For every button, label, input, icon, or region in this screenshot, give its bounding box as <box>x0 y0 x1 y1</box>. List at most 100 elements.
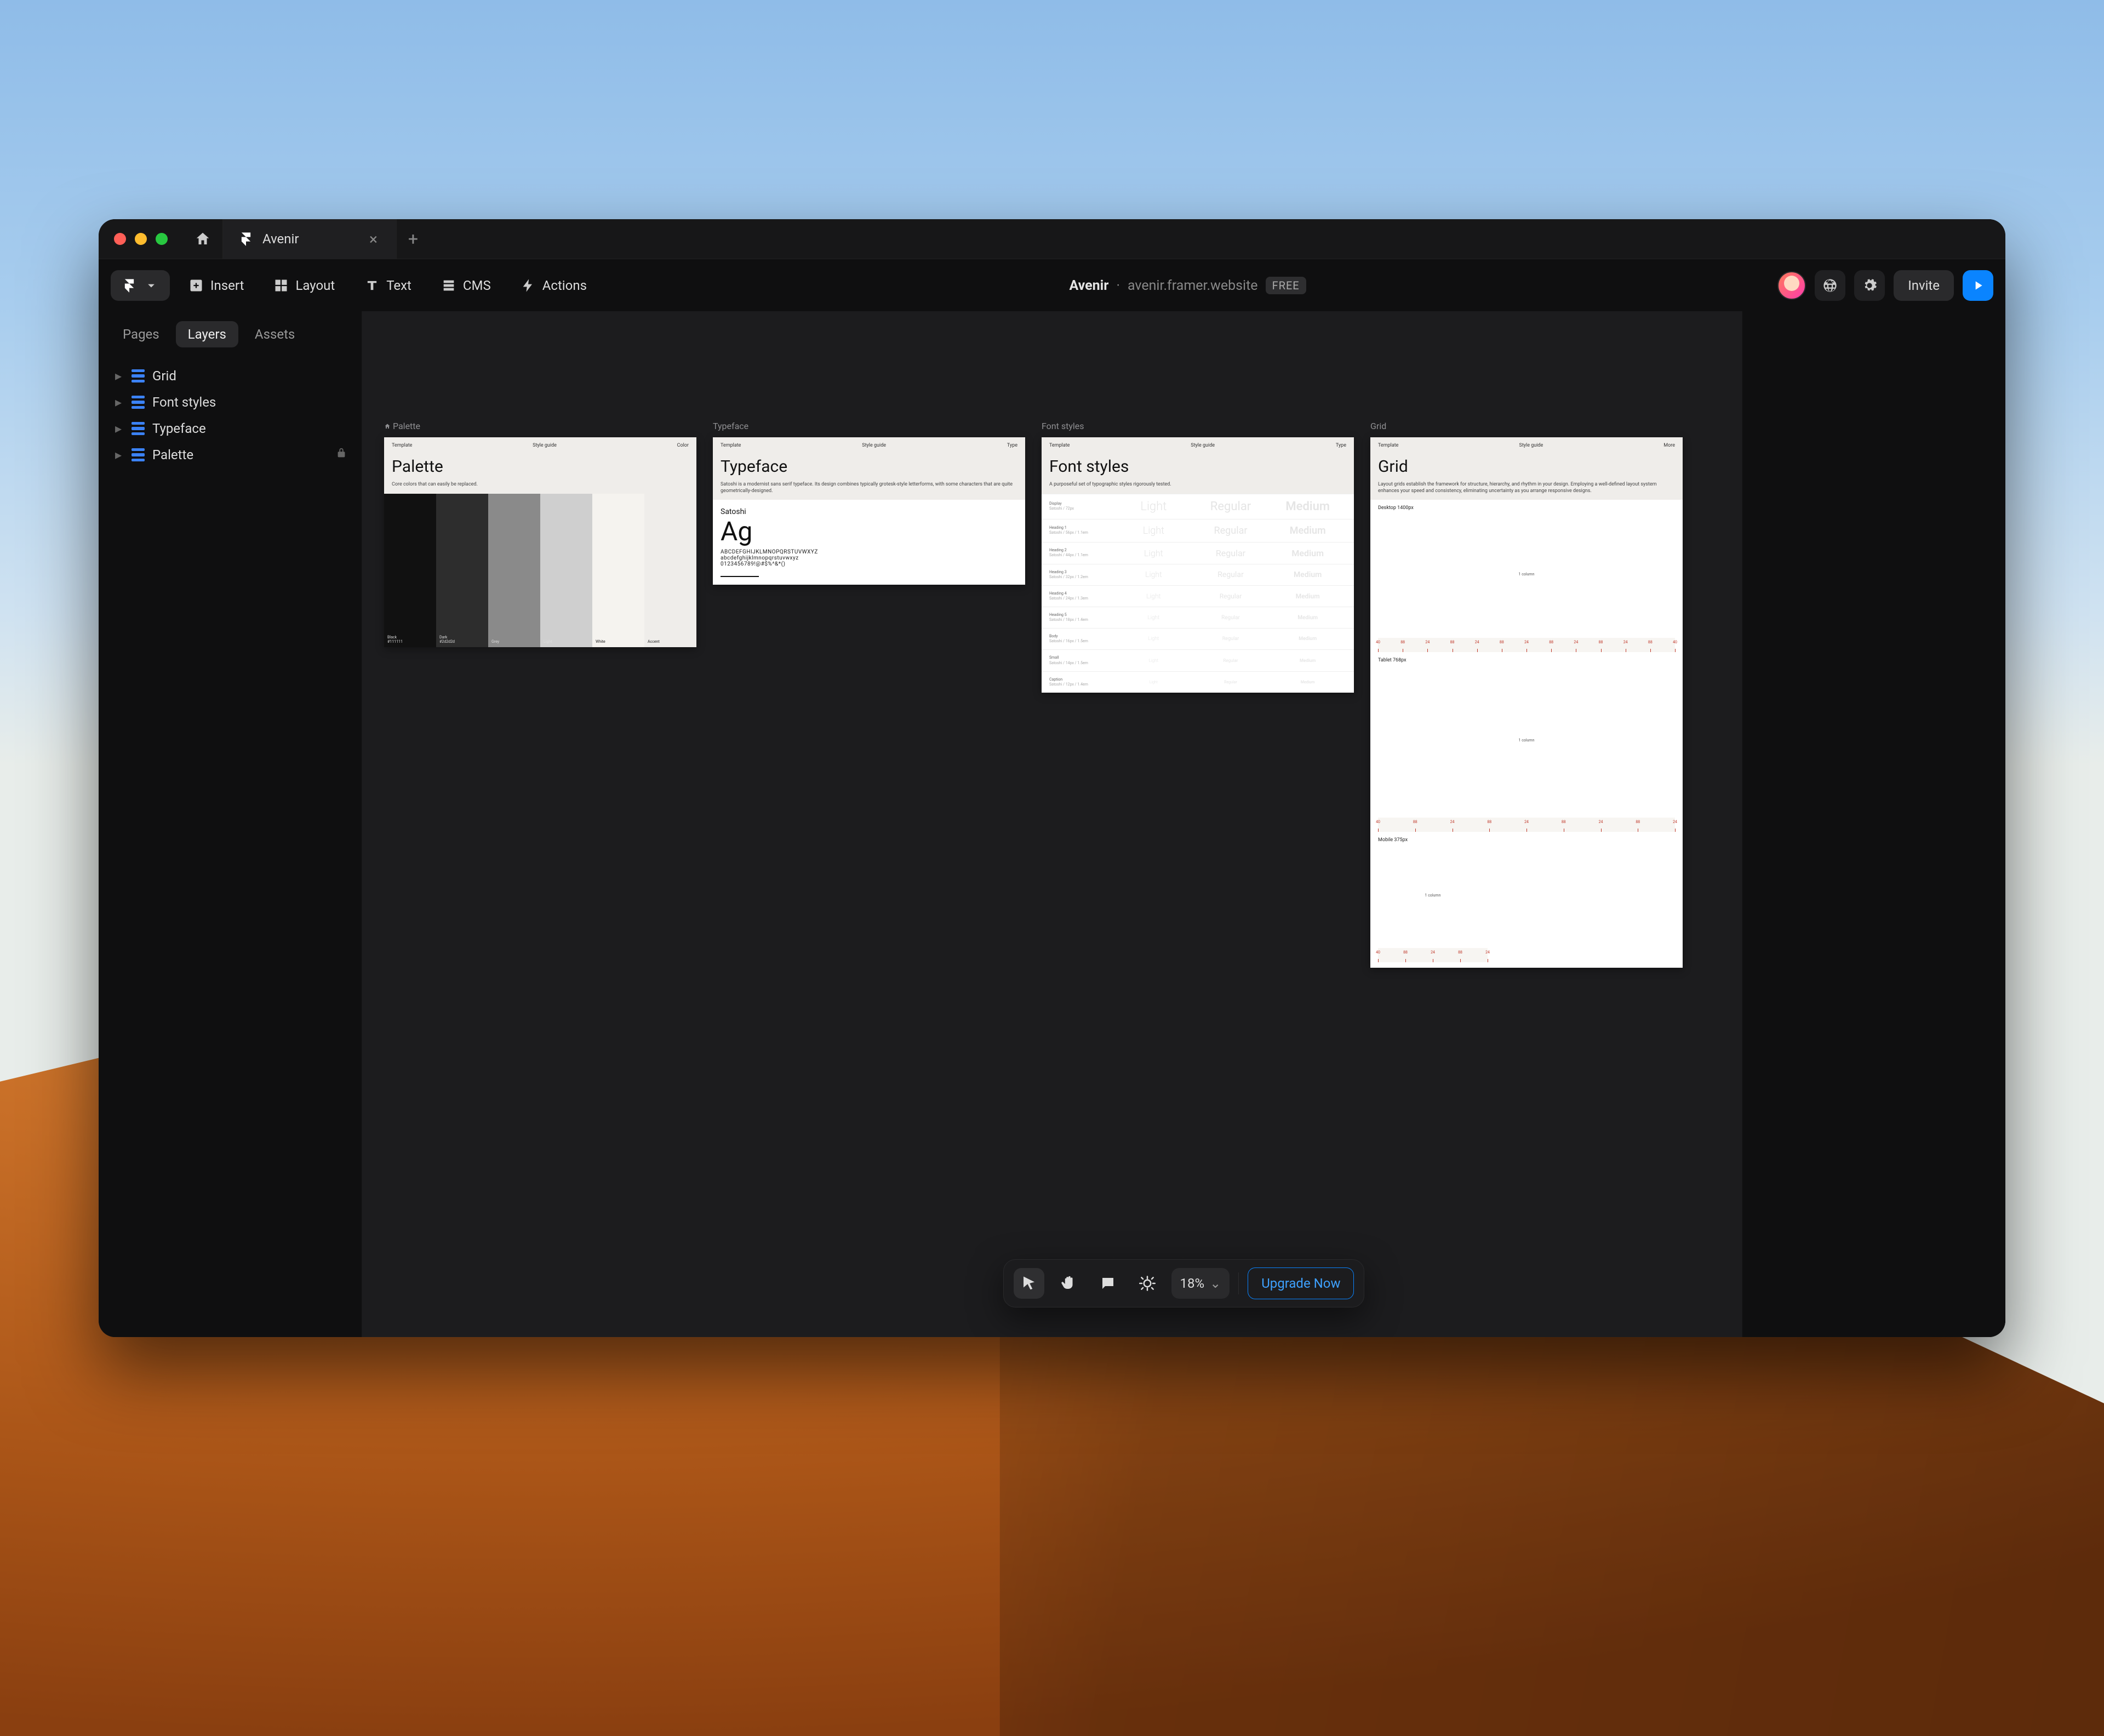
swatch-caption: Black #111111 <box>387 635 403 644</box>
left-sidebar: Pages Layers Assets ▸Grid▸Font styles▸Ty… <box>99 311 362 1337</box>
canvas[interactable]: Palette Template Style guide Color Palet… <box>362 311 2005 1337</box>
frame-subtitle: A purposeful set of typographic styles r… <box>1042 482 1354 494</box>
insert-button[interactable]: Insert <box>178 270 255 301</box>
ruler-value: 88 <box>1487 820 1491 824</box>
frame-label-fontstyles[interactable]: Font styles <box>1042 421 1084 431</box>
actions-button[interactable]: Actions <box>510 270 598 301</box>
swatch: Black #111111 <box>384 494 436 647</box>
layer-name: Font styles <box>152 395 216 410</box>
layer-item[interactable]: ▸ Typeface <box>99 415 362 442</box>
cursor-icon <box>1021 1275 1037 1292</box>
frame-icon <box>132 448 145 461</box>
tab-title: Avenir <box>262 231 299 247</box>
layout-button[interactable]: Layout <box>262 270 346 301</box>
ruler-value: 88 <box>1413 820 1417 824</box>
theme-toggle[interactable] <box>1132 1268 1163 1299</box>
swatch-caption: Light <box>544 639 552 644</box>
ruler-value: 24 <box>1485 950 1490 955</box>
ruler-value: 88 <box>1403 950 1408 955</box>
home-button[interactable] <box>183 219 223 259</box>
select-tool[interactable] <box>1014 1268 1044 1299</box>
disclosure-icon[interactable]: ▸ <box>113 368 124 384</box>
layer-name: Palette <box>152 447 193 462</box>
plus-square-icon <box>188 278 204 293</box>
tab-current[interactable]: Avenir × <box>223 219 397 259</box>
ruler-value: 88 <box>1648 640 1653 644</box>
frame-typeface[interactable]: Template Style guide Type Typeface Satos… <box>713 437 1025 585</box>
ruler-value: 24 <box>1673 820 1677 824</box>
layer-item[interactable]: ▸ Font styles <box>99 389 362 415</box>
frame-label-grid[interactable]: Grid <box>1370 421 1386 431</box>
project-url[interactable]: avenir.framer.website <box>1128 278 1258 294</box>
zoom-window-button[interactable] <box>156 233 168 245</box>
sun-icon <box>1139 1275 1156 1292</box>
swatch: Grey <box>488 494 540 647</box>
frame-fontstyles[interactable]: Template Style guide Type Font styles A … <box>1042 437 1354 693</box>
fontstyle-row: BodySatoshi / 16px / 1.5emLightRegularMe… <box>1042 628 1354 649</box>
disclosure-icon[interactable]: ▸ <box>113 421 124 436</box>
window-controls <box>99 219 183 259</box>
plan-badge: FREE <box>1266 277 1306 294</box>
frame-grid[interactable]: Template Style guide More Grid Layout gr… <box>1370 437 1683 968</box>
text-button[interactable]: Text <box>353 270 422 301</box>
ruler-value: 24 <box>1623 640 1628 644</box>
fontstyle-row: DisplaySatoshi / 72pxLightRegularMedium <box>1042 494 1354 519</box>
ruler-value: 40 <box>1376 640 1380 644</box>
ruler-value: 88 <box>1400 640 1405 644</box>
app-menu-button[interactable] <box>111 270 170 301</box>
ruler-value: 88 <box>1562 820 1566 824</box>
fontstyle-row: CaptionSatoshi / 12px / 1.4emLightRegula… <box>1042 671 1354 693</box>
canvas-toolbar: 18% ⌄ Upgrade Now <box>1003 1259 1365 1307</box>
frame-subtitle: Core colors that can easily be replaced. <box>384 482 696 494</box>
cms-button[interactable]: CMS <box>430 270 502 301</box>
frame-icon <box>132 396 145 409</box>
publish-globe-button[interactable] <box>1815 270 1845 301</box>
layer-name: Typeface <box>152 421 206 436</box>
framer-logo-icon <box>238 231 254 247</box>
upgrade-button[interactable]: Upgrade Now <box>1248 1267 1354 1299</box>
disclosure-icon[interactable]: ▸ <box>113 395 124 410</box>
tab-pages[interactable]: Pages <box>111 321 171 347</box>
fontstyle-row: Heading 5Satoshi / 18px / 1.4emLightRegu… <box>1042 607 1354 628</box>
typeface-specimen: Ag <box>721 518 1017 545</box>
bolt-icon <box>521 278 536 293</box>
frame-icon <box>132 422 145 435</box>
new-tab-button[interactable]: + <box>397 219 430 259</box>
typeface-name: Satoshi <box>721 507 1017 516</box>
comment-tool[interactable] <box>1093 1268 1123 1299</box>
invite-button[interactable]: Invite <box>1894 270 1954 301</box>
ruler-value: 24 <box>1524 640 1529 644</box>
text-label: Text <box>386 278 411 293</box>
layout-label: Layout <box>295 278 335 293</box>
palette-swatches: Black #111111Dark #2d2d2dGreyLightWhiteA… <box>384 494 696 647</box>
layer-item[interactable]: ▸ Palette <box>99 442 362 468</box>
lock-icon[interactable] <box>335 447 347 462</box>
grid-section-desktop: Desktop 1400px <box>1370 500 1683 514</box>
chevron-down-icon: ⌄ <box>1210 1276 1221 1291</box>
zoom-control[interactable]: 18% ⌄ <box>1171 1268 1230 1299</box>
ruler-value: 88 <box>1450 640 1455 644</box>
frame-label-typeface[interactable]: Typeface <box>713 421 748 431</box>
tab-layers[interactable]: Layers <box>176 321 238 347</box>
swatch: Light <box>540 494 592 647</box>
right-sidebar <box>1742 311 2005 1337</box>
home-icon <box>384 423 391 430</box>
ruler-value: 24 <box>1524 820 1529 824</box>
layer-item[interactable]: ▸Grid <box>99 363 362 389</box>
breadcrumb: Avenir · avenir.framer.website FREE <box>1069 277 1306 294</box>
avatar[interactable] <box>1777 271 1806 300</box>
frame-palette[interactable]: Template Style guide Color Palette Core … <box>384 437 696 647</box>
hand-tool[interactable] <box>1053 1268 1084 1299</box>
comment-icon <box>1100 1275 1116 1292</box>
tab-assets[interactable]: Assets <box>243 321 307 347</box>
preview-button[interactable] <box>1963 270 1993 301</box>
fontstyle-row: Heading 3Satoshi / 32px / 1.2emLightRegu… <box>1042 564 1354 585</box>
tab-close-button[interactable]: × <box>366 230 381 248</box>
settings-button[interactable] <box>1854 270 1885 301</box>
frame-label-palette[interactable]: Palette <box>384 421 420 431</box>
swatch: Accent <box>644 494 696 647</box>
close-window-button[interactable] <box>114 233 126 245</box>
minimize-window-button[interactable] <box>135 233 147 245</box>
disclosure-icon[interactable]: ▸ <box>113 447 124 462</box>
ruler-value: 24 <box>1475 640 1479 644</box>
